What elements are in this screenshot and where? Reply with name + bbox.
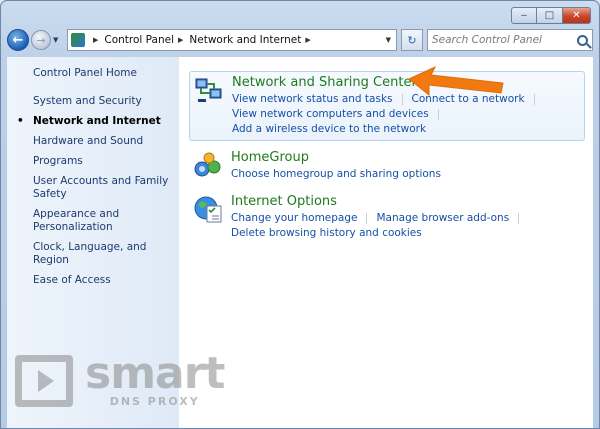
link-separator: [533, 94, 535, 105]
link-separator: [437, 109, 439, 120]
category-homegroup: HomeGroup Choose homegroup and sharing o…: [189, 147, 585, 185]
control-panel-icon: [71, 33, 85, 47]
homegroup-icon: [194, 152, 221, 177]
category-internet-options: Internet Options Change your homepage Ma…: [189, 191, 585, 244]
sidebar-item-clock-language-region[interactable]: Clock, Language, and Region: [7, 241, 179, 267]
sidebar-item-system-and-security[interactable]: System and Security: [7, 95, 179, 108]
link-choose-homegroup-options[interactable]: Choose homegroup and sharing options: [231, 167, 441, 182]
link-separator: [518, 213, 520, 224]
category-network-sharing-center: Network and Sharing Center View network …: [189, 71, 585, 141]
search-input[interactable]: Search Control Panel: [427, 29, 593, 51]
link-view-network-computers[interactable]: View network computers and devices: [232, 107, 429, 122]
breadcrumb-separator-icon[interactable]: ▶: [178, 36, 183, 44]
link-change-homepage[interactable]: Change your homepage: [231, 211, 357, 226]
category-title-internet-options[interactable]: Internet Options: [231, 194, 528, 210]
network-icon: [195, 78, 222, 102]
address-bar[interactable]: ▶ Control Panel ▶ Network and Internet ▶…: [67, 29, 397, 51]
sidebar-item-network-and-internet: Network and Internet: [7, 115, 179, 128]
play-logo-icon: [15, 354, 73, 407]
refresh-button[interactable]: ↻: [401, 29, 423, 51]
search-placeholder: Search Control Panel: [432, 34, 542, 46]
breadcrumb-control-panel[interactable]: Control Panel: [104, 34, 174, 46]
maximize-button[interactable]: □: [537, 7, 563, 24]
sidebar-item-programs[interactable]: Programs: [7, 155, 179, 168]
breadcrumb-separator-icon[interactable]: ▶: [305, 36, 310, 44]
watermark-logo: smart DNS PROXY: [15, 348, 225, 408]
link-delete-browsing-history[interactable]: Delete browsing history and cookies: [231, 226, 422, 241]
main-panel: Network and Sharing Center View network …: [179, 57, 593, 428]
link-view-network-status[interactable]: View network status and tasks: [232, 92, 393, 107]
callout-arrow-icon: [408, 65, 504, 97]
minimize-button[interactable]: ‒: [511, 7, 537, 24]
address-dropdown-icon[interactable]: ▼: [381, 36, 396, 44]
link-separator: [401, 94, 403, 105]
sidebar-item-appearance[interactable]: Appearance and Personalization: [7, 208, 179, 234]
sidebar-item-control-panel-home[interactable]: Control Panel Home: [7, 67, 179, 80]
navigation-bar: ← → ▼ ▶ Control Panel ▶ Network and Inte…: [7, 27, 593, 53]
category-title-homegroup[interactable]: HomeGroup: [231, 150, 441, 166]
link-manage-addons[interactable]: Manage browser add-ons: [376, 211, 509, 226]
watermark-subtitle: DNS PROXY: [109, 395, 200, 408]
back-button[interactable]: ←: [7, 29, 29, 51]
close-button[interactable]: ✕: [563, 7, 591, 24]
link-add-wireless-device[interactable]: Add a wireless device to the network: [232, 122, 426, 137]
caption-buttons: ‒ □ ✕: [511, 7, 591, 24]
internet-options-icon: [194, 196, 222, 223]
search-icon[interactable]: [577, 34, 588, 46]
link-separator: [366, 213, 368, 224]
forward-button[interactable]: →: [31, 30, 51, 50]
recent-pages-dropdown[interactable]: ▼: [53, 36, 63, 44]
breadcrumb-separator-icon[interactable]: ▶: [93, 36, 98, 44]
sidebar-item-hardware-and-sound[interactable]: Hardware and Sound: [7, 135, 179, 148]
sidebar-item-ease-of-access[interactable]: Ease of Access: [7, 274, 179, 287]
breadcrumb-network-and-internet[interactable]: Network and Internet: [189, 34, 301, 46]
watermark-brand: smart: [85, 348, 225, 399]
sidebar-item-user-accounts[interactable]: User Accounts and Family Safety: [7, 175, 179, 201]
control-panel-window: ‒ □ ✕ ← → ▼ ▶ Control Panel ▶ Network an…: [0, 0, 600, 429]
